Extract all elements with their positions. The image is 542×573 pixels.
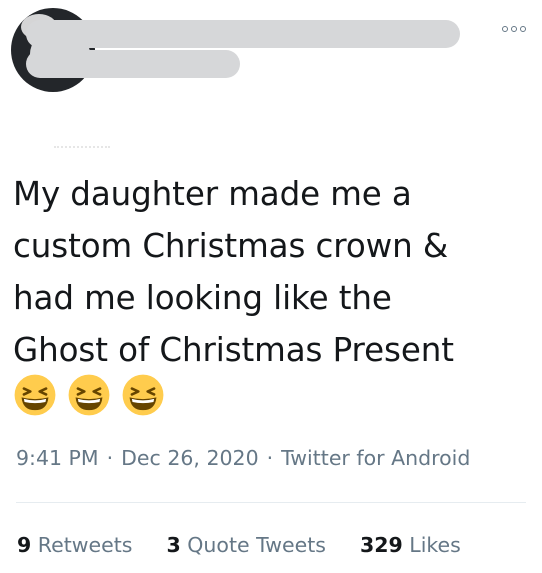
tweet-source-link[interactable]: Twitter for Android [281, 446, 470, 470]
engagement-stats: 9 Retweets 3 Quote Tweets 329 Likes [17, 533, 461, 557]
redacted-display-name [26, 20, 460, 48]
retweets-count: 9 [17, 533, 32, 557]
likes-label: Likes [409, 533, 461, 557]
tweet-text: My daughter made me a custom Christmas c… [13, 168, 523, 376]
tweet-text-line: Ghost of Christmas Present [13, 331, 454, 369]
tweet-time[interactable]: 9:41 PM [16, 446, 99, 470]
emoji-row [14, 374, 164, 416]
likes-stat[interactable]: 329 Likes [360, 533, 461, 557]
grinning-squinting-face-icon [122, 374, 164, 416]
quote-tweets-label: Quote Tweets [187, 533, 326, 557]
tweet-text-line: had me looking like the [13, 279, 392, 317]
tweet-text-line: custom Christmas crown & [13, 227, 449, 265]
faint-artifact [54, 146, 110, 152]
likes-count: 329 [359, 533, 403, 557]
tweet-date[interactable]: Dec 26, 2020 [121, 446, 258, 470]
more-dot-icon [520, 26, 526, 32]
more-dot-icon [502, 26, 508, 32]
tweet-text-line: My daughter made me a [13, 175, 412, 213]
grinning-squinting-face-icon [68, 374, 110, 416]
retweets-stat[interactable]: 9 Retweets [17, 533, 132, 557]
more-dot-icon [511, 26, 517, 32]
tweet-metadata: 9:41 PM · Dec 26, 2020 · Twitter for And… [16, 446, 470, 470]
retweets-label: Retweets [37, 533, 133, 557]
more-options-button[interactable] [502, 26, 526, 32]
separator-dot: · [266, 446, 274, 470]
redacted-username [26, 50, 240, 78]
quote-tweets-stat[interactable]: 3 Quote Tweets [166, 533, 325, 557]
divider [16, 502, 526, 503]
quote-tweets-count: 3 [166, 533, 181, 557]
grinning-squinting-face-icon [14, 374, 56, 416]
separator-dot: · [106, 446, 114, 470]
